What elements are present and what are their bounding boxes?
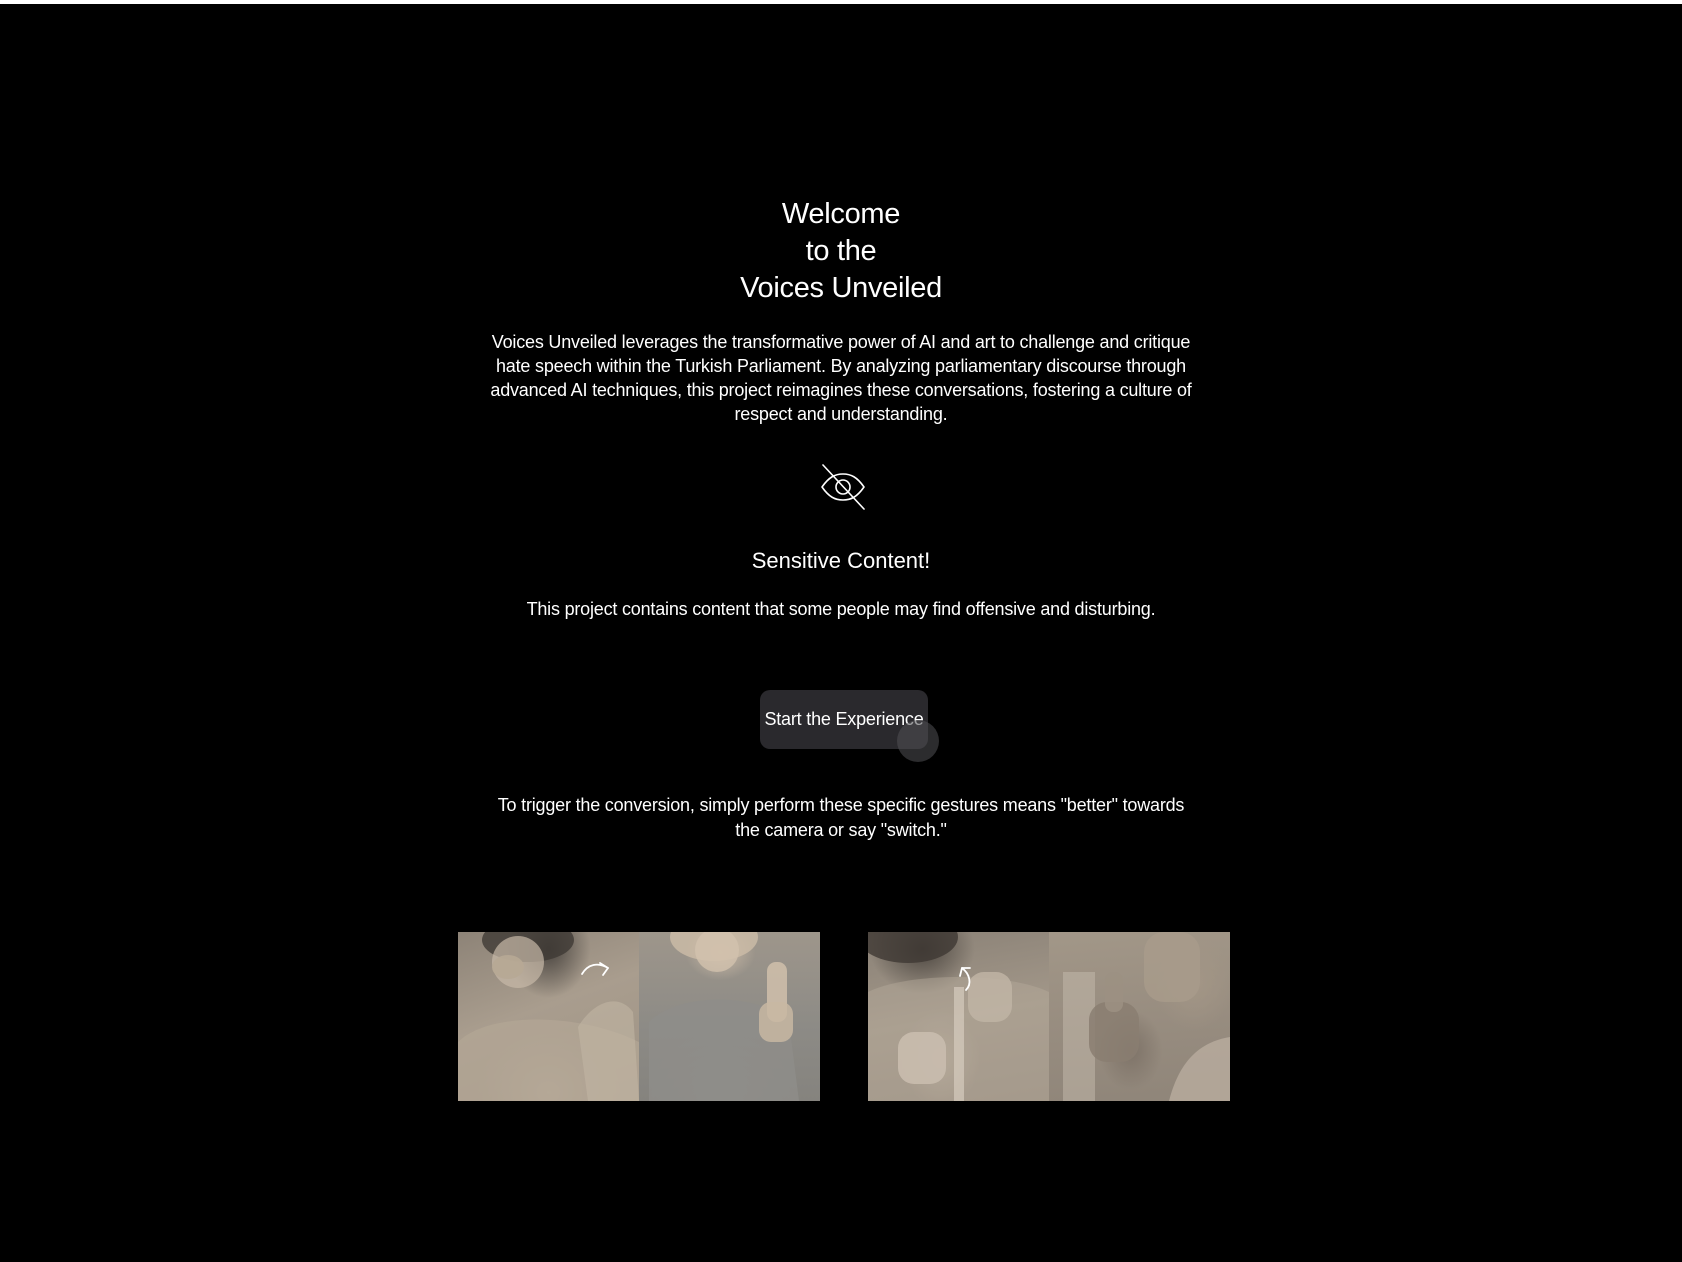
gesture-image-better-1 bbox=[458, 932, 820, 1101]
page-title: Welcome to the Voices Unveiled bbox=[0, 196, 1682, 307]
cursor-pointer bbox=[897, 720, 939, 762]
gesture-image-better-2 bbox=[868, 932, 1230, 1101]
title-line-1: Welcome bbox=[781, 198, 901, 230]
sensitive-content-title: Sensitive Content! bbox=[751, 548, 931, 573]
sensitive-content-text: This project contains content that some … bbox=[526, 599, 1156, 619]
gesture-photo-thumbs-up bbox=[639, 932, 820, 1101]
top-edge-strip bbox=[0, 0, 1682, 4]
gesture-photo-thumb-fist bbox=[1049, 932, 1230, 1101]
title-line-2: to the bbox=[805, 235, 877, 267]
gesture-instructions: To trigger the conversion, simply perfor… bbox=[497, 795, 1185, 840]
eye-off-icon bbox=[821, 464, 865, 510]
project-description: Voices Unveiled leverages the transforma… bbox=[490, 332, 1192, 424]
title-line-3: Voices Unveiled bbox=[740, 272, 942, 304]
gesture-photo-fists-together bbox=[868, 932, 1049, 1101]
curved-arrow-icon bbox=[581, 962, 609, 976]
curved-arrow-icon bbox=[959, 967, 971, 991]
